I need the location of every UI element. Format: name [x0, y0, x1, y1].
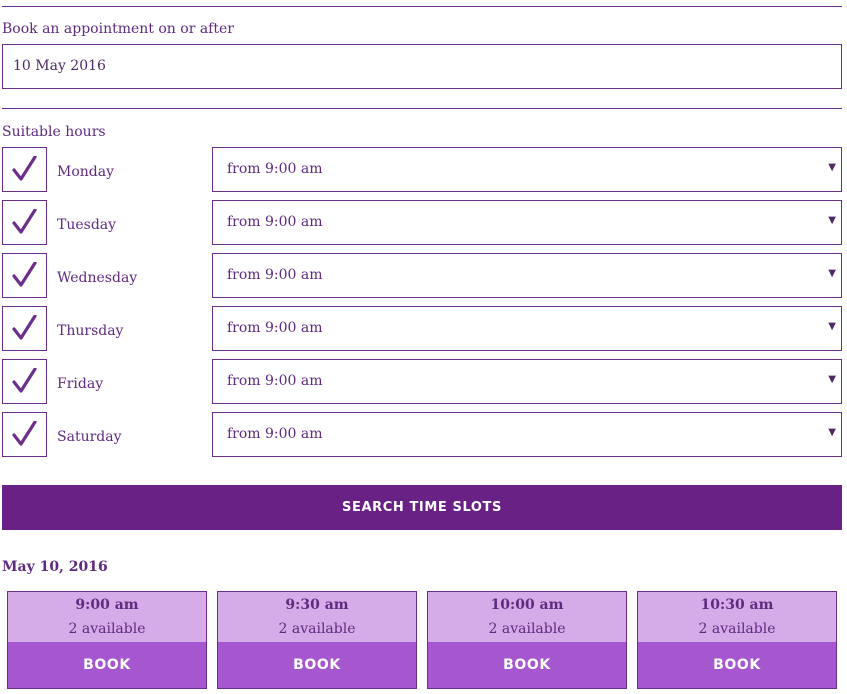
select-value: from 9:00 am — [227, 426, 323, 442]
select-value: from 9:00 am — [227, 214, 323, 230]
checkmark-icon — [12, 156, 37, 181]
tuesday-from-select[interactable]: from 9:00 am ▼ — [212, 200, 842, 245]
results-date-heading: May 10, 2016 — [2, 559, 108, 575]
caret-down-icon: ▼ — [828, 162, 836, 173]
book-button[interactable]: BOOK — [8, 642, 206, 688]
saturday-from-select[interactable]: from 9:00 am ▼ — [212, 412, 842, 457]
time-slot: 10:00 am 2 available BOOK — [427, 591, 627, 689]
day-row-monday: Monday from 9:00 am ▼ — [2, 147, 842, 192]
slot-availability: 2 available — [68, 621, 146, 637]
time-slot: 10:30 am 2 available BOOK — [637, 591, 837, 689]
day-row-friday: Friday from 9:00 am ▼ — [2, 359, 842, 404]
day-row-saturday: Saturday from 9:00 am ▼ — [2, 412, 842, 457]
section-divider — [2, 108, 842, 109]
slot-availability: 2 available — [698, 621, 776, 637]
checkmark-icon — [12, 209, 37, 234]
saturday-checkbox[interactable] — [2, 412, 47, 457]
search-time-slots-button[interactable]: SEARCH TIME SLOTS — [2, 485, 842, 530]
thursday-checkbox[interactable] — [2, 306, 47, 351]
day-row-thursday: Thursday from 9:00 am ▼ — [2, 306, 842, 351]
monday-checkbox[interactable] — [2, 147, 47, 192]
wednesday-checkbox[interactable] — [2, 253, 47, 298]
book-button[interactable]: BOOK — [218, 642, 416, 688]
caret-down-icon: ▼ — [828, 321, 836, 332]
slot-time: 10:00 am — [490, 597, 564, 613]
day-label: Thursday — [57, 323, 124, 339]
book-button[interactable]: BOOK — [638, 642, 836, 688]
day-label: Friday — [57, 376, 104, 392]
day-label: Wednesday — [57, 270, 138, 286]
tuesday-checkbox[interactable] — [2, 200, 47, 245]
checkmark-icon — [12, 421, 37, 446]
select-value: from 9:00 am — [227, 161, 323, 177]
top-divider — [2, 6, 842, 7]
date-label: Book an appointment on or after — [2, 21, 234, 37]
thursday-from-select[interactable]: from 9:00 am ▼ — [212, 306, 842, 351]
slot-time: 10:30 am — [700, 597, 774, 613]
select-value: from 9:00 am — [227, 373, 323, 389]
select-value: from 9:00 am — [227, 267, 323, 283]
book-button[interactable]: BOOK — [428, 642, 626, 688]
wednesday-from-select[interactable]: from 9:00 am ▼ — [212, 253, 842, 298]
monday-from-select[interactable]: from 9:00 am ▼ — [212, 147, 842, 192]
slot-time: 9:00 am — [75, 597, 139, 613]
hours-label: Suitable hours — [2, 124, 106, 140]
date-input[interactable]: 10 May 2016 — [2, 44, 842, 89]
caret-down-icon: ▼ — [828, 374, 836, 385]
slot-time: 9:30 am — [285, 597, 349, 613]
checkmark-icon — [12, 262, 37, 287]
friday-from-select[interactable]: from 9:00 am ▼ — [212, 359, 842, 404]
day-label: Monday — [57, 164, 114, 180]
day-label: Saturday — [57, 429, 122, 445]
caret-down-icon: ▼ — [828, 215, 836, 226]
checkmark-icon — [12, 368, 37, 393]
day-label: Tuesday — [57, 217, 117, 233]
checkmark-icon — [12, 315, 37, 340]
select-value: from 9:00 am — [227, 320, 323, 336]
slot-availability: 2 available — [278, 621, 356, 637]
slot-availability: 2 available — [488, 621, 566, 637]
caret-down-icon: ▼ — [828, 427, 836, 438]
time-slot: 9:30 am 2 available BOOK — [217, 591, 417, 689]
friday-checkbox[interactable] — [2, 359, 47, 404]
caret-down-icon: ▼ — [828, 268, 836, 279]
date-input-value: 10 May 2016 — [13, 58, 106, 74]
day-row-tuesday: Tuesday from 9:00 am ▼ — [2, 200, 842, 245]
time-slot: 9:00 am 2 available BOOK — [7, 591, 207, 689]
day-row-wednesday: Wednesday from 9:00 am ▼ — [2, 253, 842, 298]
